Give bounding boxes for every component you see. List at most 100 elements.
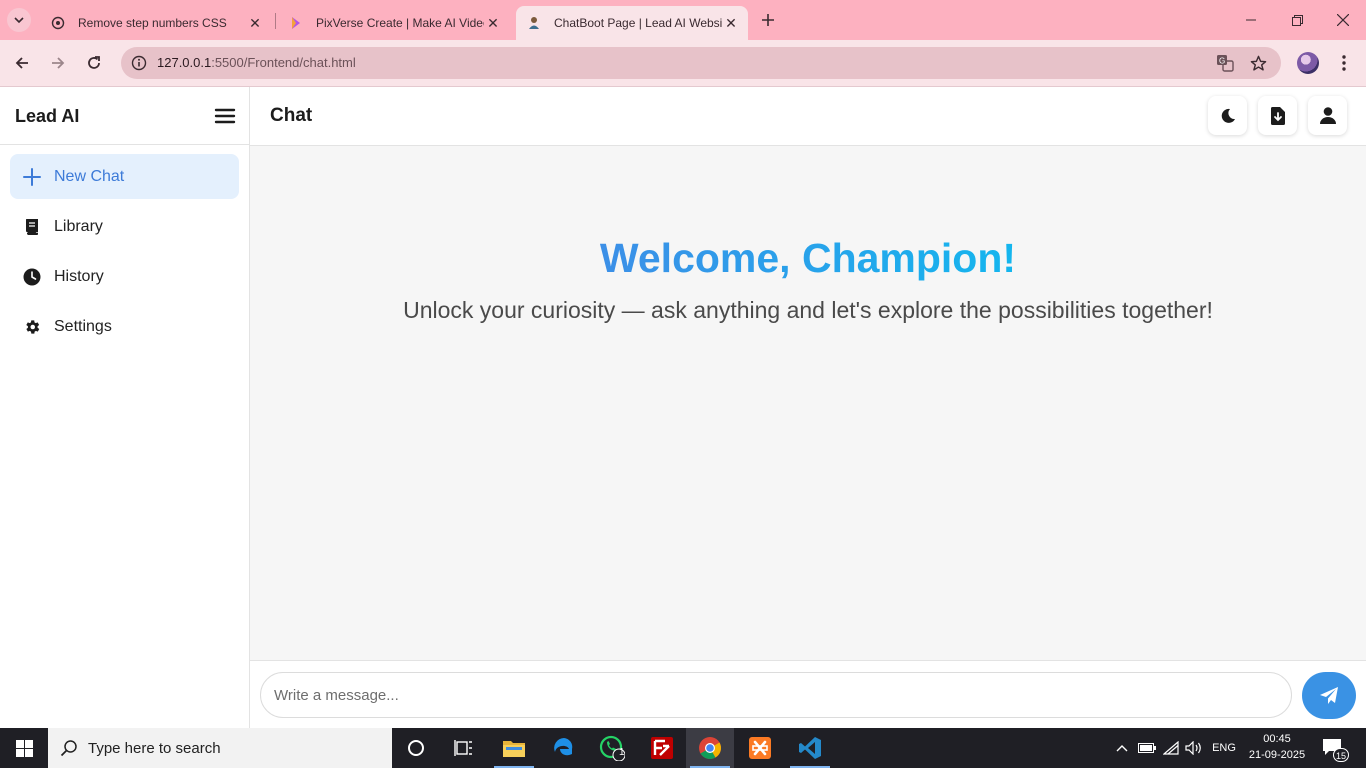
xampp-icon (749, 737, 771, 759)
task-view-icon (454, 740, 472, 756)
moon-icon (1221, 108, 1235, 123)
notification-center-button[interactable]: 15 (1322, 738, 1349, 762)
browser-tab[interactable]: Remove step numbers CSS ✕ (40, 6, 272, 40)
volume-control[interactable] (1183, 728, 1205, 768)
address-bar[interactable]: 127.0.0.1:5500/Frontend/chat.html G (121, 47, 1281, 79)
close-icon[interactable]: ✕ (246, 14, 264, 32)
minimize-button[interactable] (1228, 0, 1274, 40)
input-language[interactable]: ENG (1207, 728, 1241, 768)
folder-icon (503, 741, 525, 757)
sidebar-item-library[interactable]: Library (10, 204, 239, 249)
sidebar-item-history[interactable]: History (10, 254, 239, 299)
book-icon (22, 217, 42, 237)
wifi-status[interactable] (1160, 728, 1182, 768)
sidebar-item-label: New Chat (54, 167, 125, 185)
page-title: Chat (270, 105, 313, 126)
start-button[interactable] (0, 728, 48, 768)
edge-app[interactable] (540, 728, 588, 768)
battery-status[interactable] (1136, 728, 1158, 768)
leadai-icon (526, 15, 542, 31)
chrome-icon (699, 737, 721, 759)
minimize-icon (1246, 19, 1256, 21)
tab-search-button[interactable] (7, 8, 31, 32)
tab-title: PixVerse Create | Make AI Video (316, 16, 484, 30)
restore-button[interactable] (1274, 0, 1320, 40)
vscode-app[interactable] (786, 728, 834, 768)
gear-icon (22, 317, 42, 337)
message-input[interactable] (260, 672, 1292, 718)
file-download-icon (1270, 106, 1285, 125)
close-icon[interactable]: ✕ (722, 14, 740, 32)
welcome-heading: Welcome, Champion! (250, 235, 1366, 282)
browser-menu-button[interactable] (1334, 52, 1354, 74)
chat-main: Chat Welcome, Champion! Unlock your curi… (250, 87, 1366, 728)
system-clock[interactable]: 00:45 21-09-2025 (1246, 731, 1308, 763)
site-info-icon[interactable] (129, 53, 149, 73)
sidebar-item-label: Library (54, 217, 103, 235)
browser-tab-active[interactable]: ChatBoot Page | Lead AI Website ✕ (516, 6, 748, 40)
forward-button[interactable] (46, 51, 70, 75)
filezilla-app[interactable] (638, 728, 686, 768)
speaker-icon (1185, 741, 1201, 755)
clock-time: 00:45 (1263, 733, 1291, 745)
search-placeholder: Type here to search (88, 739, 221, 757)
cortana-button[interactable] (392, 728, 440, 768)
close-window-button[interactable] (1320, 0, 1366, 40)
welcome-heading-text: Welcome, Champion! (599, 235, 1017, 281)
chat-app: Lead AI New Chat Library History Setting… (0, 87, 1366, 728)
paper-plane-icon (1320, 686, 1338, 704)
export-chat-button[interactable] (1258, 96, 1297, 135)
sidebar: Lead AI New Chat Library History Setting… (0, 87, 250, 728)
more-vertical-icon (1342, 55, 1346, 71)
tab-title: Remove step numbers CSS (78, 16, 227, 30)
sidebar-toggle-button[interactable] (214, 106, 236, 126)
svg-text:G: G (1219, 57, 1225, 66)
tab-title: ChatBoot Page | Lead AI Website (554, 16, 722, 30)
user-profile-button[interactable] (1308, 96, 1347, 135)
welcome-subtitle: Unlock your curiosity — ask anything and… (403, 297, 1213, 323)
chevron-down-icon (14, 17, 24, 24)
pixverse-icon (288, 15, 304, 31)
reload-icon (88, 56, 100, 69)
arrow-right-icon (52, 57, 65, 69)
sidebar-item-new-chat[interactable]: New Chat (10, 154, 239, 199)
plus-icon (22, 167, 42, 187)
arrow-left-icon (15, 57, 28, 69)
vscode-icon (799, 737, 821, 759)
openai-icon (50, 15, 66, 31)
taskbar-search-box[interactable]: Type here to search (48, 728, 392, 768)
new-tab-button[interactable] (757, 9, 779, 31)
close-icon (1337, 14, 1349, 26)
notification-count-badge: 15 (1333, 748, 1349, 762)
translate-icon[interactable]: G (1215, 53, 1235, 73)
reload-button[interactable] (82, 51, 106, 75)
file-explorer-app[interactable] (490, 728, 538, 768)
profile-avatar[interactable] (1297, 52, 1319, 74)
bookmark-star-icon[interactable] (1248, 53, 1268, 73)
edge-icon (554, 738, 573, 756)
whatsapp-badge: 1 (619, 747, 625, 758)
task-view-button[interactable] (440, 728, 488, 768)
message-composer (250, 660, 1366, 728)
clock-date: 21-09-2025 (1248, 749, 1306, 761)
sidebar-item-settings[interactable]: Settings (10, 304, 239, 349)
tray-overflow-button[interactable] (1112, 728, 1132, 768)
browser-tab-strip: Remove step numbers CSS ✕ PixVerse Creat… (0, 0, 1366, 40)
filezilla-icon (651, 737, 673, 759)
hamburger-menu-icon (214, 108, 236, 124)
url-host: 127.0.0.1 (157, 55, 212, 70)
close-icon[interactable]: ✕ (484, 14, 502, 32)
sidebar-divider (0, 144, 250, 145)
user-icon (1319, 107, 1336, 124)
back-button[interactable] (10, 51, 34, 75)
whatsapp-app[interactable]: 1 (588, 728, 636, 768)
browser-tab[interactable]: PixVerse Create | Make AI Video ✕ (278, 6, 510, 40)
chrome-app[interactable] (686, 728, 734, 768)
wifi-icon (1163, 741, 1179, 755)
xampp-app[interactable] (736, 728, 784, 768)
sidebar-item-label: History (54, 267, 104, 285)
chevron-up-icon (1116, 745, 1128, 752)
theme-toggle-button[interactable] (1208, 96, 1247, 135)
os-taskbar: Type here to search 1 ENG 00:45 21-09-20… (0, 728, 1366, 768)
send-button[interactable] (1302, 672, 1356, 719)
